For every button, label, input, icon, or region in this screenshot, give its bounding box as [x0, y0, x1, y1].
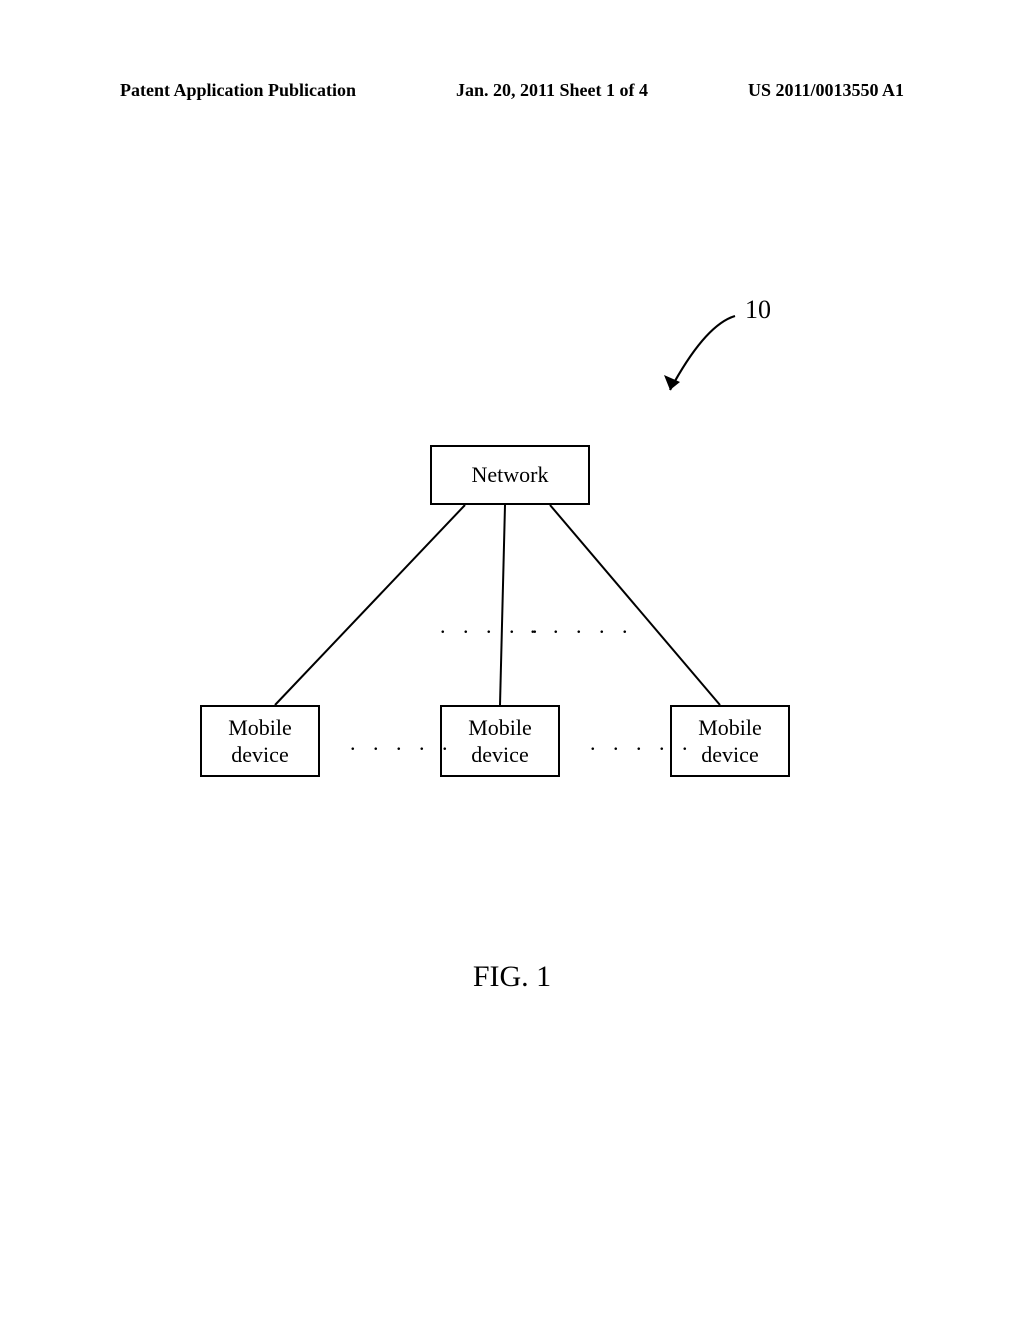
- header-publication-number: US 2011/0013550 A1: [748, 80, 904, 101]
- ellipsis-lower-right: . . . . .: [590, 730, 694, 756]
- network-label: Network: [472, 461, 549, 489]
- mobile-device-label-3: Mobile device: [698, 714, 762, 769]
- mobile-device-box-1: Mobile device: [200, 705, 320, 777]
- mobile-device-box-2: Mobile device: [440, 705, 560, 777]
- page-header: Patent Application Publication Jan. 20, …: [120, 80, 904, 101]
- ellipsis-lower-left: . . . . .: [350, 730, 454, 756]
- mobile-device-label-1: Mobile device: [228, 714, 292, 769]
- header-publication-type: Patent Application Publication: [120, 80, 356, 101]
- network-box: Network: [430, 445, 590, 505]
- ellipsis-upper-left: . . . . .: [440, 613, 544, 639]
- figure-label: FIG. 1: [0, 960, 1024, 994]
- header-date-sheet: Jan. 20, 2011 Sheet 1 of 4: [456, 80, 648, 101]
- mobile-device-label-2: Mobile device: [468, 714, 532, 769]
- ellipsis-upper-right: . . . . .: [530, 613, 634, 639]
- reference-arrow-icon: [650, 310, 750, 400]
- network-diagram: Network Mobile device Mobile device Mobi…: [150, 445, 790, 795]
- page-container: Patent Application Publication Jan. 20, …: [0, 0, 1024, 1320]
